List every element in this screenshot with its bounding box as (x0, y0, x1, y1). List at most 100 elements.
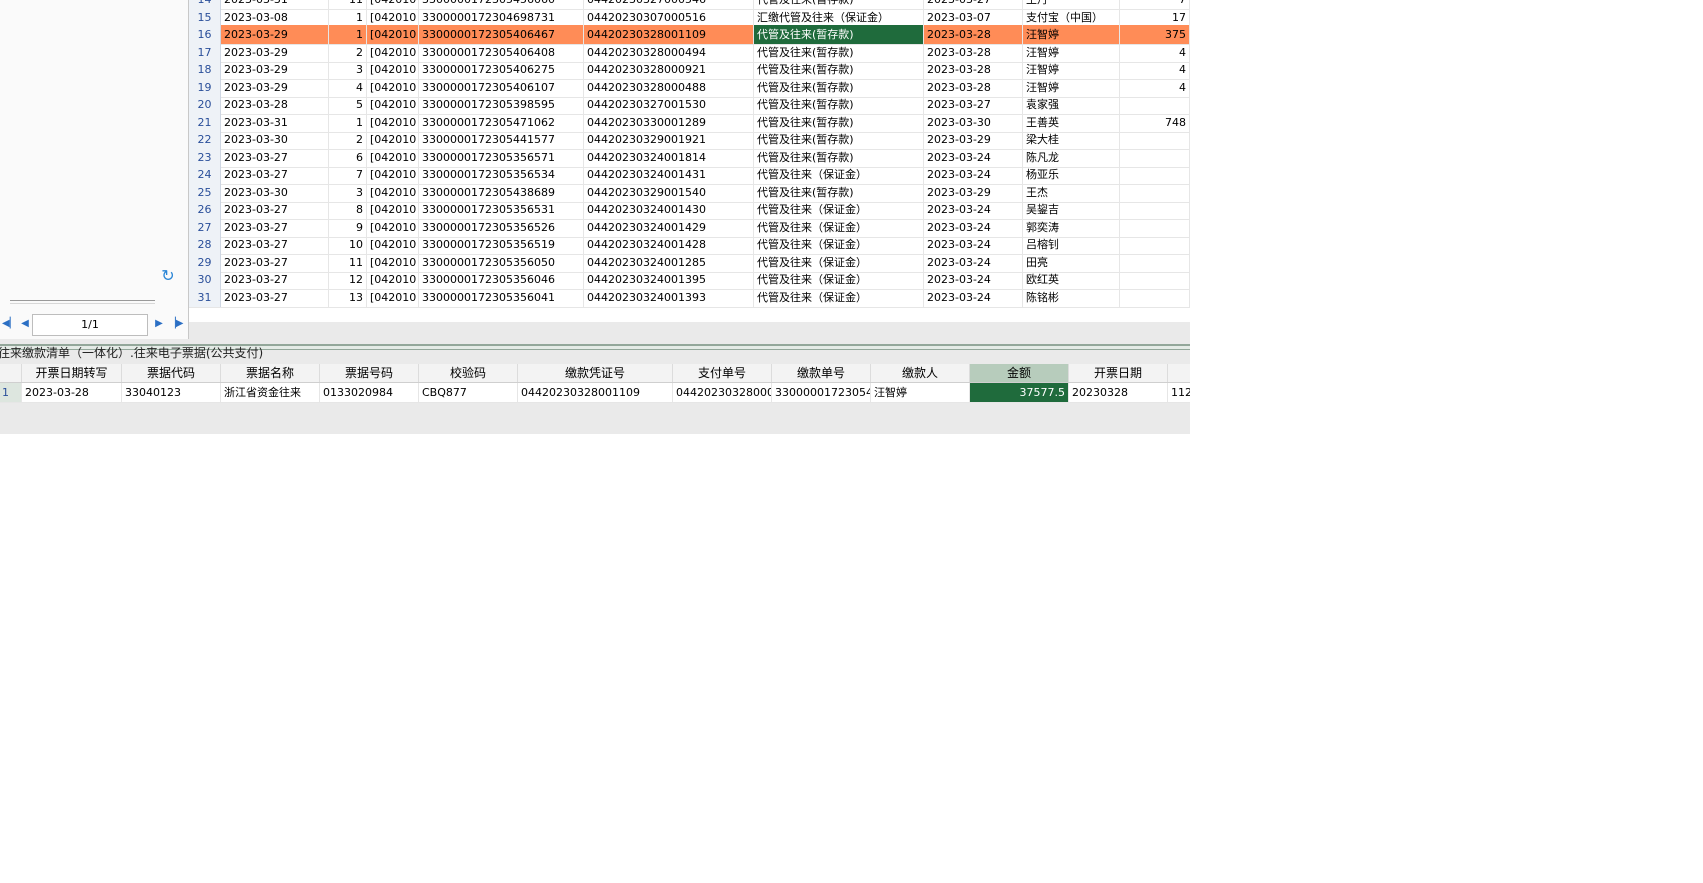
cell-voucher-number[interactable]: 04420230324001431 (584, 165, 754, 184)
cell-type[interactable]: 代管及往来(暂存款) (754, 182, 924, 202)
last-page-icon[interactable]: ▕▶ (168, 317, 183, 331)
cell-type[interactable]: 代管及往来(暂存款) (754, 77, 924, 97)
cell-voucher-number[interactable]: 04420230328000921 (584, 60, 754, 79)
cell-voucher-number[interactable]: 04420230329001540 (584, 182, 754, 202)
cell-code[interactable]: [042010 (367, 130, 419, 149)
table-row[interactable]: 31 2023-03-27 13 [042010 3300000172305356041… (189, 287, 1190, 308)
cell-bill-number[interactable]: 3300000172304698731 (419, 7, 584, 27)
cell-amount[interactable] (1120, 165, 1190, 184)
cell-date2[interactable]: 2023-03-27 (924, 95, 1023, 114)
cell-date2[interactable]: 2023-03-29 (924, 130, 1023, 149)
cell-code[interactable]: [042010 (367, 235, 419, 254)
cell-bill-number[interactable]: 3300000172305441577 (419, 130, 584, 149)
cell-date2[interactable]: 2023-03-28 (924, 77, 1023, 97)
prev-page-icon[interactable]: ◀ (18, 317, 32, 331)
cell-voucher-number[interactable]: 04420230329001921 (584, 130, 754, 149)
cell-code[interactable]: [042010 (367, 60, 419, 79)
cell-bill-number[interactable]: 3300000172305471062 (419, 112, 584, 132)
cell-type[interactable]: 代管及往来（保证金） (754, 217, 924, 237)
cell-seq[interactable]: 12 (329, 270, 367, 289)
cell-type[interactable]: 代管及往来（保证金） (754, 252, 924, 272)
cell[interactable]: 112 (1168, 383, 1190, 402)
cell-voucher-number[interactable]: 04420230328001109 (584, 25, 754, 44)
cell-voucher-number[interactable]: 04420230324001285 (584, 252, 754, 272)
cell-type[interactable]: 代管及往来(暂存款) (754, 25, 924, 44)
cell-type[interactable]: 代管及往来(暂存款) (754, 130, 924, 149)
cell-date[interactable]: 2023-03-30 (221, 182, 329, 202)
cell-amount[interactable]: 4 (1120, 60, 1190, 79)
cell-date[interactable]: 2023-03-27 (221, 147, 329, 167)
cell-type[interactable]: 代管及往来（保证金） (754, 200, 924, 219)
cell-date2[interactable]: 2023-03-24 (924, 252, 1023, 272)
cell-date2[interactable]: 2023-03-28 (924, 42, 1023, 62)
cell-amount[interactable] (1120, 95, 1190, 114)
cell-date2[interactable]: 2023-03-24 (924, 287, 1023, 307)
column-header[interactable]: 开票日期 (1069, 364, 1168, 382)
cell-code[interactable]: [042010 (367, 77, 419, 97)
cell[interactable]: 汪智婷 (871, 383, 970, 402)
column-header[interactable]: 缴款凭证号 (518, 364, 673, 382)
cell-payer[interactable]: 汪智婷 (1023, 60, 1120, 79)
cell-bill-number[interactable]: 3300000172305406275 (419, 60, 584, 79)
next-page-icon[interactable]: ▶ (152, 317, 166, 331)
cell-payer[interactable]: 吴鋆吉 (1023, 200, 1120, 219)
cell-date[interactable]: 2023-03-27 (221, 252, 329, 272)
cell-amount[interactable] (1120, 182, 1190, 202)
cell-payer[interactable]: 王善英 (1023, 112, 1120, 132)
cell-seq[interactable]: 4 (329, 77, 367, 97)
cell-payer[interactable]: 杨亚乐 (1023, 165, 1120, 184)
cell-date2[interactable]: 2023-03-24 (924, 270, 1023, 289)
left-panel-splitter[interactable] (10, 300, 155, 304)
cell-date[interactable]: 2023-03-27 (221, 200, 329, 219)
cell-amount[interactable]: 4 (1120, 42, 1190, 62)
cell-code[interactable]: [042010 (367, 287, 419, 307)
cell-voucher-number[interactable]: 04420230324001428 (584, 235, 754, 254)
cell-date2[interactable]: 2023-03-29 (924, 182, 1023, 202)
cell[interactable]: 33040123 (122, 383, 221, 402)
cell-amount[interactable]: 748 (1120, 112, 1190, 132)
column-header[interactable]: 开票日期转写 (22, 364, 122, 382)
column-header[interactable]: 缴款人 (871, 364, 970, 382)
cell-bill-number[interactable]: 3300000172305356046 (419, 270, 584, 289)
cell-payer[interactable]: 王杰 (1023, 182, 1120, 202)
cell-type[interactable]: 代管及往来(暂存款) (754, 112, 924, 132)
first-page-icon[interactable]: ◀▏ (2, 317, 17, 331)
cell[interactable]: 0133020984 (320, 383, 419, 402)
cell-amount[interactable] (1120, 217, 1190, 237)
cell-type[interactable]: 代管及往来(暂存款) (754, 147, 924, 167)
cell-code[interactable]: [042010 (367, 95, 419, 114)
column-header[interactable]: 支付单号 (673, 364, 772, 382)
cell-type[interactable]: 代管及往来(暂存款) (754, 60, 924, 79)
cell-code[interactable]: [042010 (367, 252, 419, 272)
column-header-amount[interactable]: 金额 (970, 364, 1069, 382)
cell-seq[interactable]: 1 (329, 112, 367, 132)
cell-date[interactable]: 2023-03-28 (221, 95, 329, 114)
cell-date2[interactable]: 2023-03-28 (924, 60, 1023, 79)
cell-seq[interactable]: 1 (329, 7, 367, 27)
cell-amount[interactable] (1120, 147, 1190, 167)
cell-type[interactable]: 代管及往来(暂存款) (754, 95, 924, 114)
cell-date[interactable]: 2023-03-29 (221, 60, 329, 79)
cell-amount[interactable]: 17 (1120, 7, 1190, 27)
cell-payer[interactable]: 陈铭彬 (1023, 287, 1120, 307)
cell-payer[interactable]: 支付宝（中国） (1023, 7, 1120, 27)
cell-payer[interactable]: 欧红英 (1023, 270, 1120, 289)
amount-cell[interactable]: 37577.5 (970, 383, 1069, 402)
cell-seq[interactable]: 8 (329, 200, 367, 219)
cell-code[interactable]: [042010 (367, 182, 419, 202)
cell-amount[interactable] (1120, 270, 1190, 289)
cell-voucher-number[interactable]: 04420230327001530 (584, 95, 754, 114)
cell-payer[interactable]: 陈凡龙 (1023, 147, 1120, 167)
cell-date2[interactable]: 2023-03-24 (924, 235, 1023, 254)
cell-amount[interactable]: 4 (1120, 77, 1190, 97)
cell-date[interactable]: 2023-03-27 (221, 217, 329, 237)
cell-type[interactable]: 代管及往来(暂存款) (754, 42, 924, 62)
cell-voucher-number[interactable]: 04420230324001814 (584, 147, 754, 167)
cell-seq[interactable]: 3 (329, 60, 367, 79)
cell-code[interactable]: [042010 (367, 42, 419, 62)
cell-date2[interactable]: 2023-03-24 (924, 147, 1023, 167)
cell-date2[interactable]: 2023-03-07 (924, 7, 1023, 27)
cell-code[interactable]: [042010 (367, 25, 419, 44)
cell-voucher-number[interactable]: 04420230328000488 (584, 77, 754, 97)
cell-seq[interactable]: 3 (329, 182, 367, 202)
